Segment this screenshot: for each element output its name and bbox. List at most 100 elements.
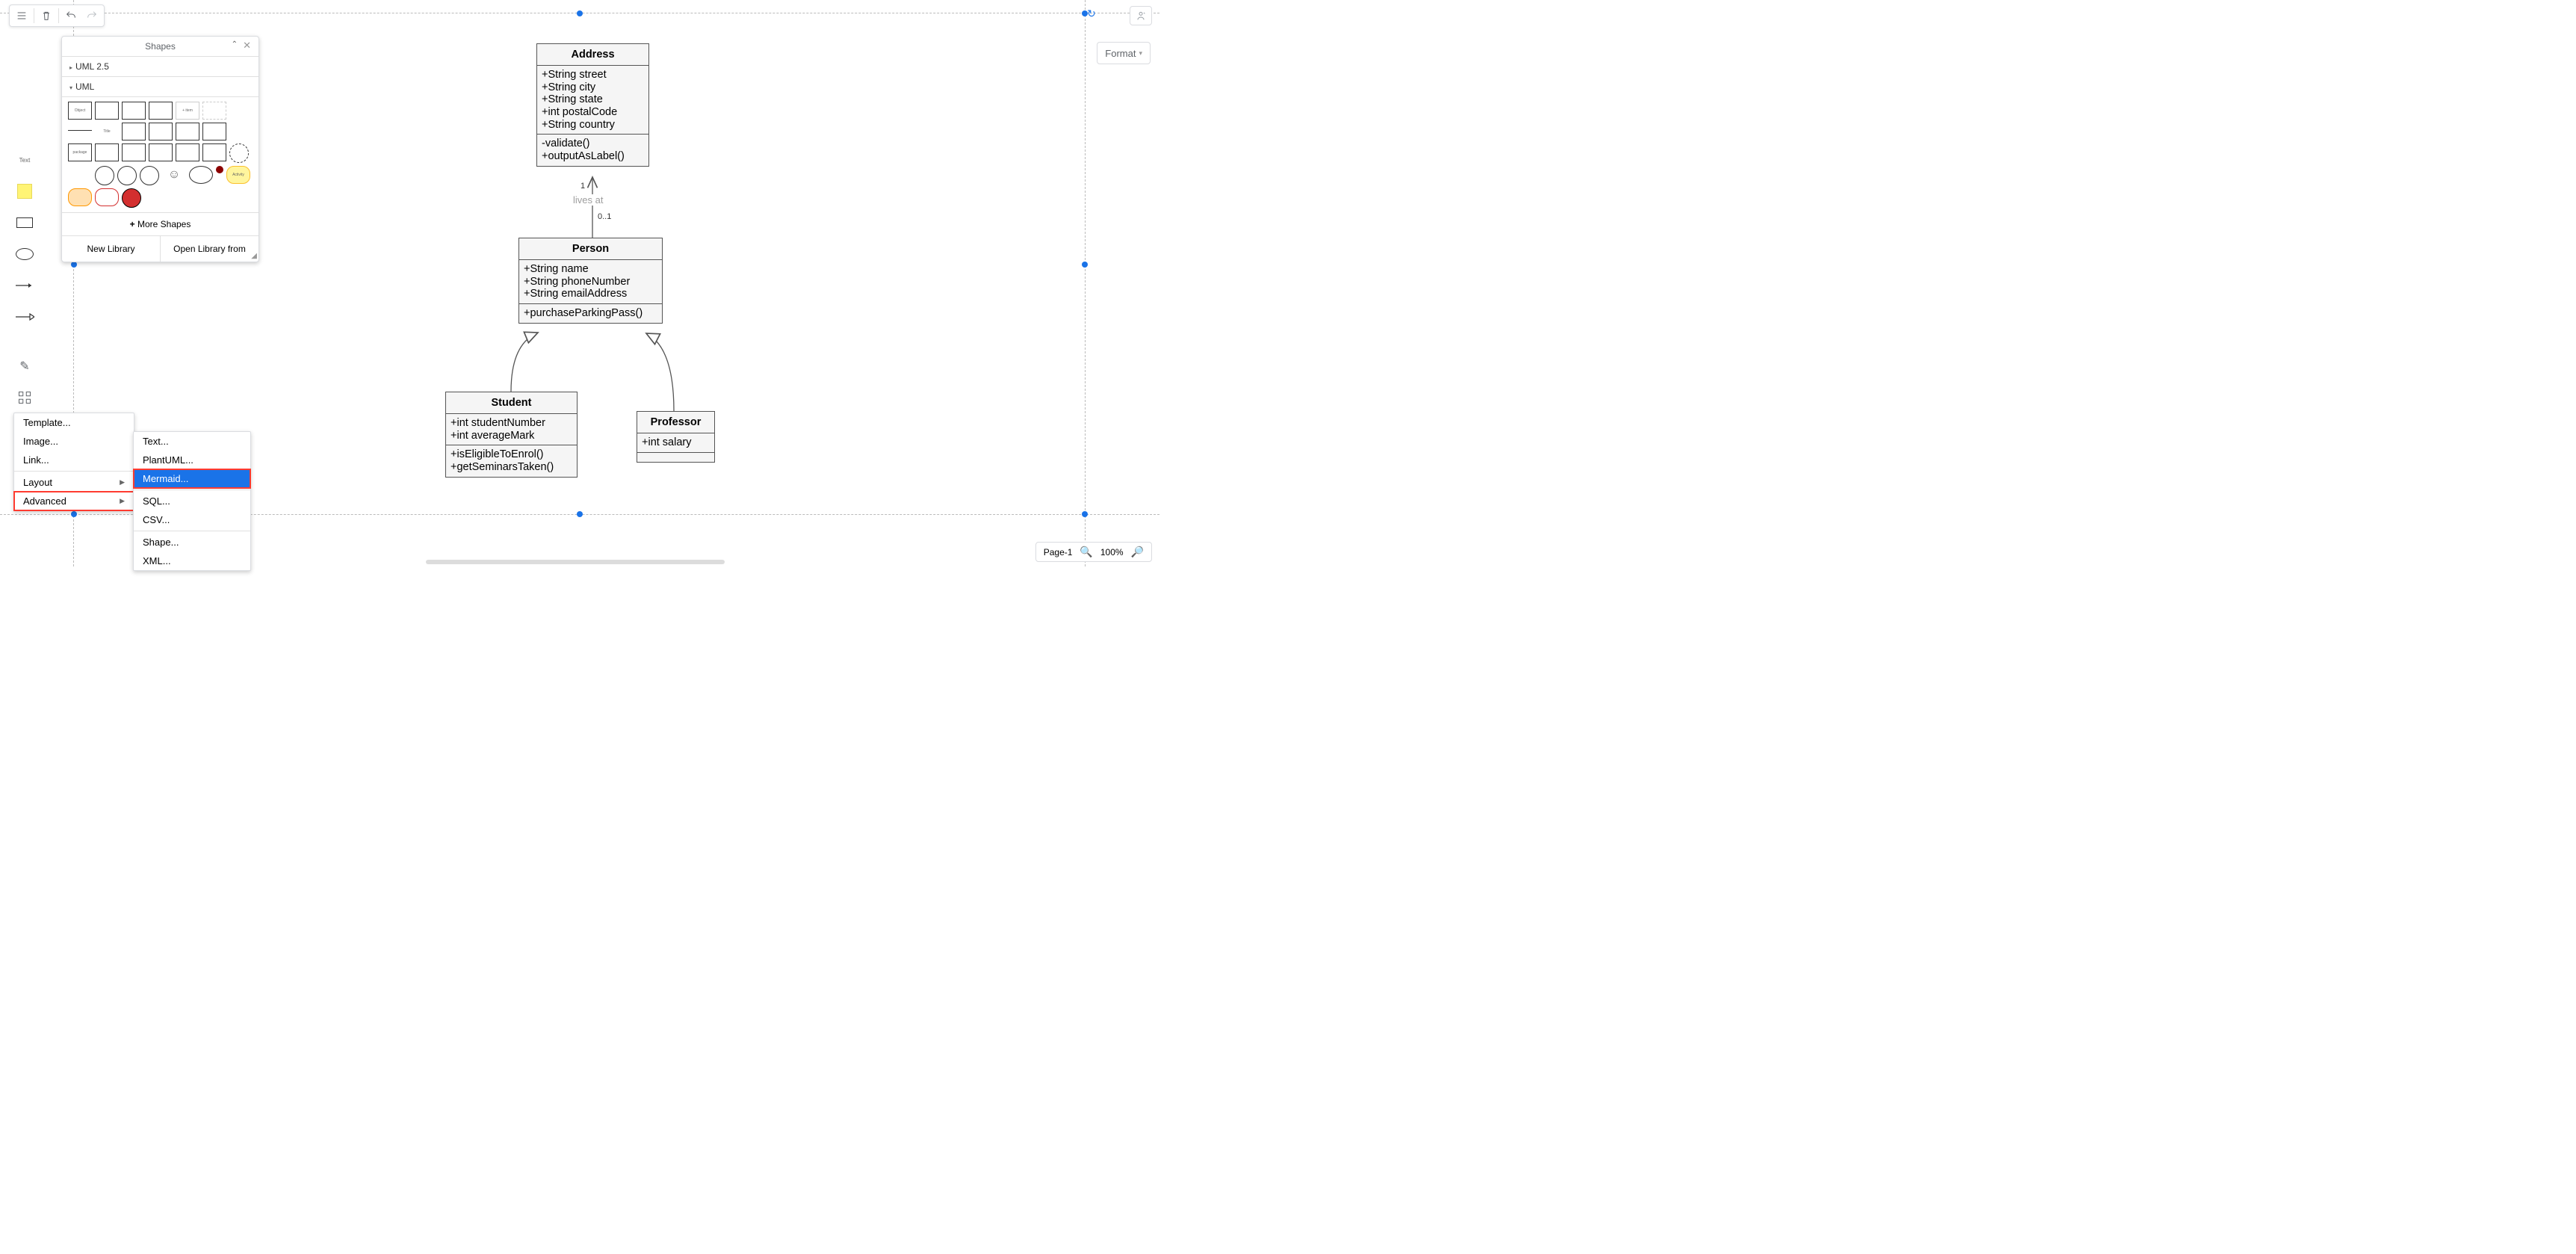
open-library-button[interactable]: Open Library from [161, 236, 258, 262]
freehand-tool[interactable]: ✎ [13, 356, 37, 377]
pencil-icon: ✎ [19, 359, 29, 374]
shape-thumb[interactable] [140, 166, 159, 185]
format-button[interactable]: Format▾ [1097, 42, 1151, 64]
shape-thumb[interactable] [202, 143, 226, 161]
shapes-header: Shapes ⌃ ✕ [62, 37, 258, 57]
shape-thumb[interactable] [144, 188, 168, 206]
shape-thumb[interactable] [176, 123, 199, 140]
zoom-value[interactable]: 100% [1100, 547, 1124, 557]
shape-thumb[interactable]: Activity [226, 166, 250, 184]
shape-thumb[interactable]: ☺ [162, 166, 186, 184]
uml-ops [637, 453, 714, 462]
page-handle[interactable] [577, 10, 583, 16]
ellipse-tool[interactable] [13, 244, 37, 265]
menu-item-xml[interactable]: XML... [134, 552, 250, 570]
page-handle[interactable] [1082, 511, 1088, 517]
uml-ops: -validate() +outputAsLabel() [537, 135, 648, 165]
waypoints-tool[interactable] [13, 387, 37, 408]
page-label[interactable]: Page-1 [1044, 547, 1073, 557]
page-guide-right [1085, 0, 1086, 566]
delete-button[interactable] [36, 7, 57, 25]
line-tool[interactable] [13, 275, 37, 296]
uml-attrs: +String street +String city +String stat… [537, 66, 648, 135]
shape-thumb[interactable] [68, 166, 92, 184]
menu-item-layout[interactable]: Layout▶ [14, 473, 134, 492]
shape-thumb[interactable]: Object [68, 102, 92, 120]
shape-thumb[interactable] [122, 123, 146, 140]
page-handle[interactable] [71, 511, 77, 517]
advanced-submenu: Text... PlantUML... Mermaid... SQL... CS… [133, 431, 251, 571]
shape-thumb[interactable]: + item [176, 102, 199, 120]
toolbar-separator [58, 8, 59, 23]
menu-item-plantuml[interactable]: PlantUML... [134, 451, 250, 469]
shape-thumb[interactable] [122, 143, 146, 161]
shape-thumb[interactable] [149, 143, 173, 161]
shape-thumb[interactable] [216, 166, 223, 173]
page-handle[interactable] [577, 511, 583, 517]
menu-item-sql[interactable]: SQL... [134, 492, 250, 510]
menu-item-link[interactable]: Link... [14, 451, 134, 469]
collapse-icon[interactable]: ⌃ [232, 40, 238, 49]
text-tool[interactable]: Text [13, 149, 37, 170]
hamburger-menu-button[interactable] [11, 7, 32, 25]
page-handle[interactable] [1082, 262, 1088, 268]
shape-thumb[interactable] [117, 166, 137, 185]
shape-thumb[interactable] [229, 143, 249, 163]
uml-class-student[interactable]: Student +int studentNumber +int averageM… [445, 392, 578, 478]
menu-item-advanced[interactable]: Advanced▶ [14, 492, 134, 510]
edge-label-lives-at[interactable]: lives at [572, 194, 604, 206]
shapes-section-uml25[interactable]: ▸UML 2.5 [62, 57, 258, 77]
uml-class-professor[interactable]: Professor +int salary [637, 411, 715, 463]
zoom-in-icon[interactable]: 🔎 [1131, 546, 1144, 558]
shape-thumb[interactable] [122, 102, 146, 120]
format-label: Format [1105, 48, 1136, 59]
multiplicity-1: 1 [580, 182, 585, 191]
shapes-title: Shapes [145, 41, 176, 52]
shape-thumb[interactable] [202, 102, 226, 120]
arrow-tool[interactable] [13, 306, 37, 327]
chevron-right-icon: ▸ [69, 64, 72, 71]
shape-thumb[interactable] [149, 123, 173, 140]
resize-grip-icon[interactable]: ◢ [251, 252, 257, 260]
shape-thumb[interactable]: Title [95, 123, 119, 140]
uml-class-person[interactable]: Person +String name +String phoneNumber … [518, 238, 663, 324]
uml-class-address[interactable]: Address +String street +String city +Str… [536, 43, 649, 167]
shape-thumb[interactable] [95, 143, 119, 161]
shape-thumb[interactable] [95, 188, 119, 206]
shape-thumb[interactable] [122, 188, 141, 208]
menu-item-template[interactable]: Template... [14, 413, 134, 432]
shape-thumb[interactable]: package [68, 143, 92, 161]
menu-item-mermaid[interactable]: Mermaid... [134, 469, 250, 488]
shapes-section-uml[interactable]: ▾UML [62, 77, 258, 97]
shape-thumb[interactable] [68, 130, 92, 133]
horizontal-scrollbar[interactable] [426, 560, 725, 564]
close-icon[interactable]: ✕ [243, 40, 251, 52]
undo-button[interactable] [61, 7, 81, 25]
zoom-out-icon[interactable]: 🔍 [1080, 546, 1092, 558]
shape-thumb[interactable] [189, 166, 213, 184]
chevron-down-icon: ▾ [1139, 49, 1142, 58]
shape-thumb[interactable] [149, 102, 173, 120]
sticky-note-tool[interactable] [13, 181, 37, 202]
menu-item-csv[interactable]: CSV... [134, 510, 250, 529]
redo-button[interactable] [81, 7, 102, 25]
chevron-down-icon: ▾ [69, 84, 72, 91]
menu-item-shape[interactable]: Shape... [134, 533, 250, 552]
shape-thumb[interactable] [95, 166, 114, 185]
chevron-right-icon: ▶ [120, 478, 125, 487]
new-library-button[interactable]: New Library [62, 236, 161, 262]
menu-item-image[interactable]: Image... [14, 432, 134, 451]
rotate-handle-icon[interactable]: ↻ [1087, 7, 1096, 20]
more-shapes-button[interactable]: + More Shapes [62, 212, 258, 235]
multiplicity-01: 0..1 [598, 212, 611, 221]
share-button[interactable] [1130, 6, 1152, 25]
menu-item-text[interactable]: Text... [134, 432, 250, 451]
shape-thumb[interactable] [202, 123, 226, 140]
shape-thumb[interactable] [95, 102, 119, 120]
uml-title: Professor [637, 412, 714, 433]
page-handle[interactable] [71, 262, 77, 268]
shape-thumb[interactable] [176, 143, 199, 161]
rectangle-tool[interactable] [13, 212, 37, 233]
uml-attrs: +int salary [637, 433, 714, 453]
shape-thumb[interactable] [68, 188, 92, 206]
